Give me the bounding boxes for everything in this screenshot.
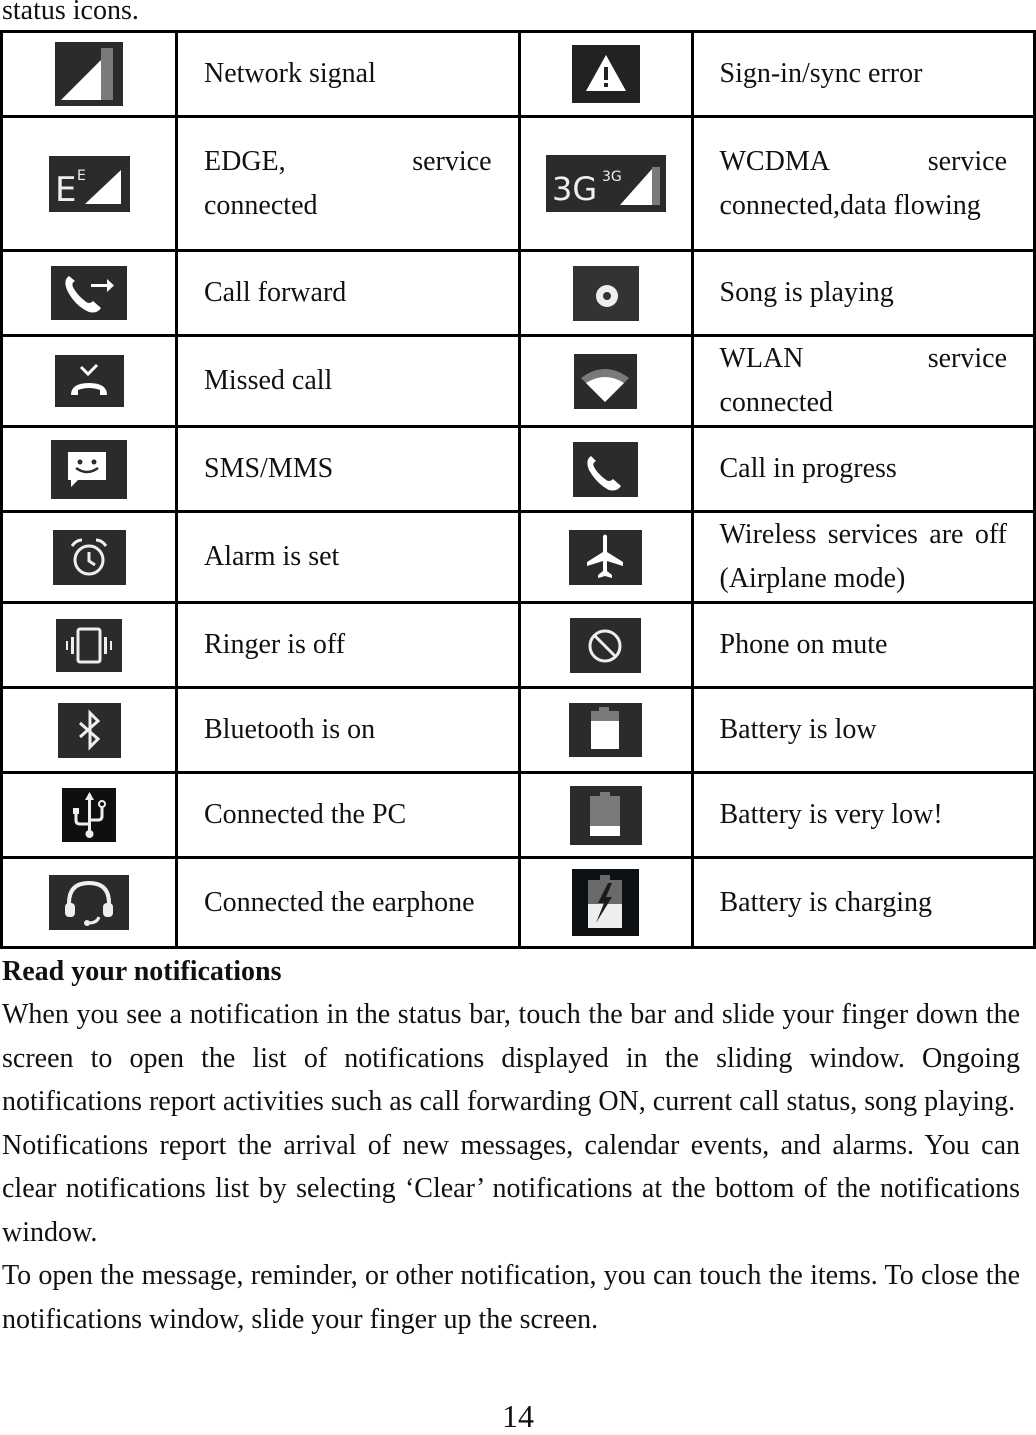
warning-icon bbox=[571, 45, 640, 103]
usb-icon bbox=[62, 788, 116, 842]
icon-description: WLAN service connected bbox=[690, 334, 1036, 428]
missed-call-icon bbox=[54, 355, 124, 407]
intro-text: status icons. bbox=[2, 0, 139, 26]
3g-icon: 3G 3G bbox=[545, 155, 666, 212]
table-row: Connected the PC Battery is very low! bbox=[0, 771, 1036, 859]
paragraph: Notifications report the arrival of new … bbox=[2, 1129, 1020, 1248]
wifi-icon bbox=[574, 353, 637, 409]
icon-description: Wireless services are off (Airplane mode… bbox=[690, 510, 1036, 604]
table-row: Call forward Song is playing bbox=[0, 249, 1036, 337]
icon-description: Battery is low bbox=[690, 686, 1036, 774]
icon-description: Bluetooth is on bbox=[175, 686, 521, 774]
icon-description: EDGE, service connected bbox=[175, 115, 521, 252]
icon-description: Missed call bbox=[175, 334, 521, 428]
svg-text:E: E bbox=[77, 168, 86, 184]
battery-charging-icon bbox=[572, 869, 639, 936]
page-number: 14 bbox=[502, 1398, 534, 1434]
network-signal-icon bbox=[55, 42, 123, 106]
bluetooth-icon bbox=[57, 702, 121, 758]
icon-description: Sign-in/sync error bbox=[690, 30, 1036, 118]
section-heading: Read your notifications bbox=[2, 956, 282, 987]
vibrate-icon bbox=[56, 618, 122, 672]
table-row: Alarm is set Wireless services are off (… bbox=[0, 510, 1036, 604]
svg-text:3G: 3G bbox=[602, 169, 622, 185]
headset-icon bbox=[49, 875, 129, 930]
icon-description: Song is playing bbox=[690, 249, 1036, 337]
paragraph: To open the message, reminder, or other … bbox=[2, 1260, 1020, 1335]
icon-description: Battery is very low! bbox=[690, 771, 1036, 859]
icon-description: Connected the earphone bbox=[175, 856, 521, 949]
table-row: Network signal Sign-in/sync error bbox=[0, 30, 1036, 118]
icon-description: Call in progress bbox=[690, 425, 1036, 513]
paragraph: When you see a notification in the statu… bbox=[2, 999, 1020, 1117]
icon-description: Call forward bbox=[175, 249, 521, 337]
table-row: SMS/MMS Call in progress bbox=[0, 425, 1036, 513]
icon-description: Network signal bbox=[175, 30, 521, 118]
battery-low-icon bbox=[569, 703, 642, 757]
mute-icon bbox=[570, 617, 641, 673]
table-row: Ringer is off Phone on mute bbox=[0, 601, 1036, 689]
alarm-icon bbox=[52, 529, 126, 585]
table-row: Missed call WLAN service connected bbox=[0, 334, 1036, 428]
icon-description: SMS/MMS bbox=[175, 425, 521, 513]
icon-description: Connected the PC bbox=[175, 771, 521, 859]
table-row: EE EDGE, service connected 3G 3G WCDMA se… bbox=[0, 115, 1036, 252]
svg-text:3G: 3G bbox=[552, 170, 597, 208]
icon-description: Alarm is set bbox=[175, 510, 521, 604]
airplane-icon bbox=[569, 529, 642, 585]
call-forward-icon bbox=[51, 266, 127, 320]
sms-icon bbox=[51, 439, 127, 499]
song-playing-icon bbox=[572, 265, 639, 321]
call-in-progress-icon bbox=[573, 441, 638, 497]
icon-description: Phone on mute bbox=[690, 601, 1036, 689]
table-row: Bluetooth is on Battery is low bbox=[0, 686, 1036, 774]
battery-very-low-icon bbox=[569, 785, 642, 845]
icon-cell bbox=[0, 30, 178, 118]
icon-description: Battery is charging bbox=[690, 856, 1036, 949]
edge-icon-letter: E bbox=[55, 170, 76, 210]
notifications-section: Read your notifications When you see a n… bbox=[2, 950, 1020, 1341]
status-icons-table: Network signal Sign-in/sync error EE EDG… bbox=[0, 30, 1036, 949]
icon-description: WCDMA service connected,data flowing bbox=[690, 115, 1036, 252]
icon-description: Ringer is off bbox=[175, 601, 521, 689]
table-row: Connected the earphone Battery is chargi… bbox=[0, 856, 1036, 949]
icon-cell bbox=[517, 30, 694, 118]
edge-icon: EE bbox=[48, 155, 130, 212]
